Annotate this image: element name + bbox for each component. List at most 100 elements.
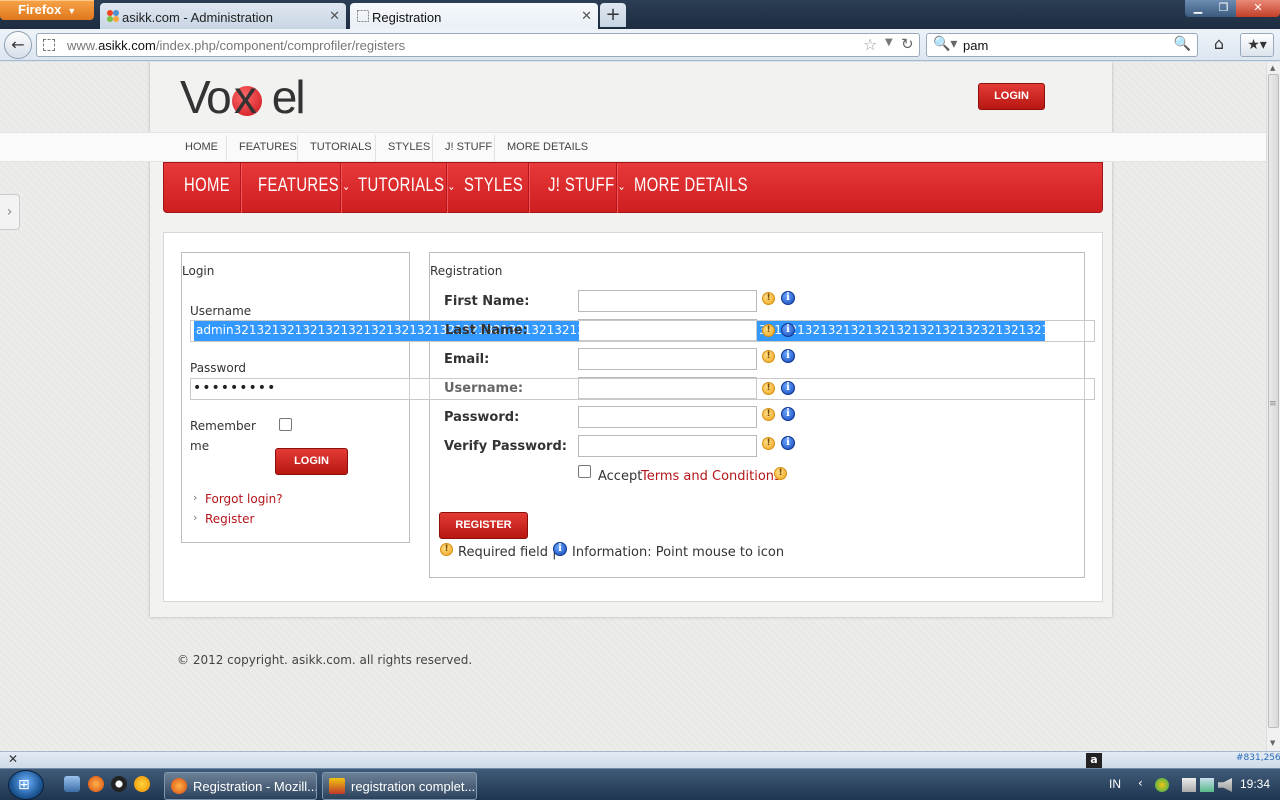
chevron-right-icon[interactable]: › <box>0 194 20 230</box>
joomla-favicon-icon <box>107 10 119 22</box>
minimize-button[interactable]: ▁ <box>1185 0 1211 17</box>
network-icon[interactable] <box>1200 778 1214 792</box>
addon-icon[interactable]: a <box>1086 753 1102 768</box>
email-input[interactable] <box>578 348 757 370</box>
verify-password-input[interactable] <box>578 435 757 457</box>
tab-registration[interactable]: Registration ✕ <box>350 3 598 29</box>
task-firefox-registration[interactable]: Registration - Mozill... <box>164 772 317 800</box>
url-bar[interactable]: www.asikk.com/index.php/component/compro… <box>36 33 920 57</box>
required-icon[interactable]: ! <box>762 437 775 450</box>
search-bar[interactable]: 🔍▾ pam 🔍 <box>926 33 1198 57</box>
reload-icon[interactable]: ↻ <box>901 35 914 53</box>
top-menu-jstuff[interactable]: J! STUFF <box>445 141 492 153</box>
required-field-note: Required field | <box>458 545 557 560</box>
app-icon <box>329 778 345 794</box>
close-icon[interactable]: ✕ <box>581 8 592 24</box>
start-button[interactable]: ⊞ <box>8 770 44 800</box>
top-menu-styles[interactable]: STYLES <box>388 141 430 153</box>
forgot-login-link[interactable]: Forgot login? <box>205 492 283 506</box>
url-text[interactable]: www.asikk.com/index.php/component/compro… <box>67 38 405 53</box>
new-tab-button[interactable]: + <box>600 3 626 27</box>
main-menu-label: STYLES <box>464 175 524 196</box>
login-username-input[interactable]: admin32132132132132132132132132132132132… <box>190 320 1095 342</box>
first-name-input[interactable] <box>578 290 757 312</box>
show-hidden-icons-icon[interactable]: ‹ <box>1138 776 1143 790</box>
tray-app-icon[interactable] <box>1155 778 1169 792</box>
info-icon[interactable]: i <box>781 407 795 421</box>
close-icon[interactable]: ✕ <box>329 8 340 24</box>
firefox-menu-button[interactable]: Firefox ▼ <box>0 0 94 20</box>
search-input[interactable]: pam <box>963 38 988 53</box>
reg-password-label: Password: <box>444 410 520 425</box>
main-menu: HOME FEATURES ⌄ TUTORIALS ⌄ STYLES J! STUF… <box>163 162 1103 213</box>
menu-divider <box>340 163 341 213</box>
window-close-button[interactable]: ✕ <box>1236 0 1280 17</box>
remember-me-checkbox[interactable] <box>279 418 292 431</box>
language-indicator[interactable]: IN <box>1109 777 1121 791</box>
main-menu-more-details[interactable]: MORE DETAILS <box>634 175 748 197</box>
scroll-down-icon[interactable]: ▼ <box>1270 739 1275 747</box>
main-menu-jstuff[interactable]: J! STUFF ⌄ <box>548 175 626 197</box>
main-menu-home[interactable]: HOME <box>184 175 230 197</box>
qq-icon[interactable] <box>111 776 127 792</box>
accept-terms-checkbox[interactable] <box>578 465 591 478</box>
clock[interactable]: 19:34 <box>1240 777 1270 791</box>
chevron-down-icon[interactable]: ▼ <box>885 37 893 48</box>
search-engine-icon[interactable]: 🔍▾ <box>933 36 957 52</box>
menu-divider <box>528 163 529 213</box>
info-icon[interactable]: i <box>781 291 795 305</box>
chevron-right-icon: › <box>193 491 198 504</box>
chevron-down-icon: ⌄ <box>447 178 456 193</box>
windows-logo-icon: ⊞ <box>18 777 30 793</box>
task-registration-complete[interactable]: registration complet... <box>322 772 477 800</box>
reg-password-input[interactable] <box>578 406 757 428</box>
remember-label-cont: me <box>190 439 210 453</box>
scroll-up-icon[interactable]: ▲ <box>1270 64 1275 72</box>
password-label: Password <box>190 361 247 375</box>
menu-divider <box>226 135 227 161</box>
info-icon[interactable]: i <box>781 349 795 363</box>
tray-device-icon[interactable] <box>1182 778 1196 792</box>
tab-administration[interactable]: asikk.com - Administration ✕ <box>100 3 346 29</box>
required-icon: ! <box>762 324 775 337</box>
required-icon[interactable]: ! <box>762 350 775 363</box>
vertical-scrollbar[interactable]: ▲ ≡ ▼ <box>1266 62 1280 751</box>
required-icon[interactable]: ! <box>774 467 787 480</box>
top-menu-home[interactable]: HOME <box>185 141 218 153</box>
main-menu-label: MORE DETAILS <box>634 175 748 196</box>
info-icon[interactable]: i <box>781 436 795 450</box>
main-menu-styles[interactable]: STYLES <box>464 175 523 197</box>
register-button[interactable]: REGISTER <box>439 512 528 539</box>
login-password-input[interactable]: ••••••••• ! i <box>190 378 1095 400</box>
maximize-button[interactable]: ❐ <box>1211 0 1236 17</box>
top-menu-tutorials[interactable]: TUTORIALS <box>310 141 372 153</box>
close-icon[interactable]: ✕ <box>8 752 18 766</box>
main-menu-features[interactable]: FEATURES ⌄ <box>258 175 350 197</box>
volume-icon[interactable] <box>1218 778 1232 792</box>
main-menu-tutorials[interactable]: TUTORIALS ⌄ <box>358 175 456 197</box>
menu-divider <box>432 135 433 161</box>
bookmarks-menu-icon[interactable]: ★▾ <box>1240 33 1274 57</box>
firefox-quicklaunch-icon[interactable] <box>88 776 104 792</box>
required-icon[interactable]: ! <box>762 408 775 421</box>
show-desktop-icon[interactable] <box>64 776 80 792</box>
navigation-toolbar: ← www.asikk.com/index.php/component/comp… <box>0 29 1280 61</box>
search-icon[interactable]: 🔍 <box>1174 36 1191 52</box>
username-label: Username <box>190 304 252 318</box>
terms-link[interactable]: Terms and Conditions <box>641 469 781 484</box>
back-button[interactable]: ← <box>4 31 32 59</box>
top-menu-features[interactable]: FEATURES <box>239 141 297 153</box>
required-icon: ! <box>440 543 453 556</box>
login-button[interactable]: LOGIN <box>275 448 348 475</box>
home-icon[interactable]: ⌂ <box>1205 33 1233 57</box>
selected-text: 3213213213213213213213213213232132132131… <box>757 321 1045 341</box>
bookmark-star-icon[interactable]: ☆ <box>863 35 877 54</box>
site-identity-icon[interactable] <box>43 39 55 51</box>
required-icon[interactable]: ! <box>762 292 775 305</box>
tab-label: asikk.com - Administration <box>122 10 273 25</box>
header-login-button[interactable]: LOGIN <box>978 83 1045 110</box>
register-link[interactable]: Register <box>205 512 254 526</box>
smiley-icon[interactable] <box>134 776 150 792</box>
main-menu-label: HOME <box>184 175 231 196</box>
top-menu-more-details[interactable]: MORE DETAILS <box>507 141 588 153</box>
